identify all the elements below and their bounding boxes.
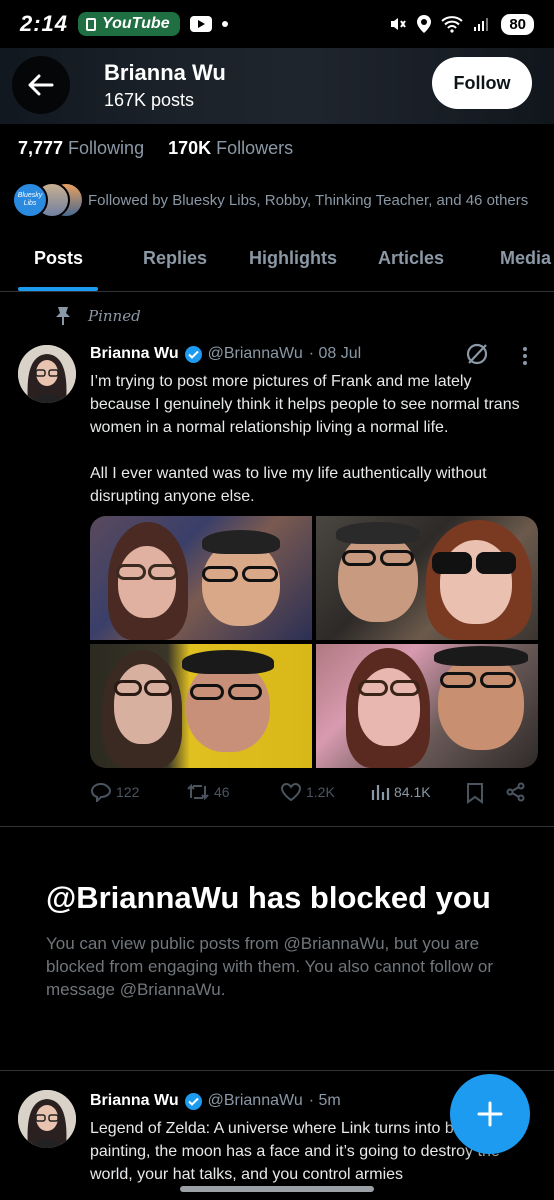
followers-count: 170K: [168, 138, 212, 158]
blocked-title: @BriannaWu has blocked you: [46, 880, 491, 915]
tab-replies[interactable]: Replies: [143, 248, 207, 269]
avatar-portrait-icon: [18, 1090, 76, 1148]
pin-icon: [56, 307, 70, 325]
location-icon: [417, 15, 432, 33]
heart-icon: [280, 782, 302, 802]
pinned-label-row: Pinned: [54, 306, 141, 326]
status-bar: 2:14 YouTube 80: [0, 0, 554, 48]
views-icon: [371, 785, 390, 800]
mute-icon: [391, 18, 407, 30]
followed-by-avatars: Bluesky Libs: [12, 182, 84, 218]
youtube-notification-pill: YouTube: [78, 12, 180, 36]
followers-label: Followers: [216, 138, 294, 158]
avatar[interactable]: [18, 1090, 76, 1148]
bookmark-button[interactable]: [466, 782, 484, 804]
profile-tabs: Posts Replies Highlights Articles Media: [0, 230, 554, 292]
tweet-photo[interactable]: [90, 516, 312, 640]
tweet-author[interactable]: Brianna Wu: [90, 345, 179, 363]
compose-button[interactable]: [450, 1074, 530, 1154]
divider: [0, 826, 554, 827]
views-button[interactable]: 84.1K: [370, 782, 431, 802]
avatar: Bluesky Libs: [12, 182, 48, 218]
tweet-header: Brianna Wu @BriannaWu · 5m: [90, 1092, 341, 1110]
tab-highlights[interactable]: Highlights: [249, 248, 337, 269]
back-button[interactable]: [12, 56, 70, 114]
divider: [0, 1070, 554, 1071]
like-button[interactable]: 1.2K: [280, 782, 335, 802]
plus-icon: [477, 1101, 503, 1127]
youtube-icon: [189, 16, 212, 32]
reply-icon: [90, 782, 112, 802]
notification-dot-icon: [221, 21, 228, 27]
profile-header: Brianna Wu 167K posts Follow: [0, 48, 554, 124]
repost-icon: [187, 783, 209, 801]
reply-button[interactable]: 122: [90, 782, 139, 802]
following-count: 7,777: [18, 138, 64, 158]
tab-media[interactable]: Media: [500, 248, 551, 269]
tab-articles[interactable]: Articles: [378, 248, 444, 269]
following-link[interactable]: 7,777 Following: [18, 138, 144, 159]
followed-by-text: Followed by Bluesky Libs, Robby, Thinkin…: [88, 191, 529, 209]
tweet-date: · 5m: [308, 1092, 341, 1109]
posts-count: 167K posts: [104, 90, 195, 110]
like-count: 1.2K: [306, 784, 335, 800]
followed-by-row[interactable]: Bluesky Libs Followed by Bluesky Libs, R…: [12, 182, 528, 218]
avatar-portrait-icon: [18, 345, 76, 403]
tweet-header: Brianna Wu @BriannaWu · 08 Jul: [90, 345, 361, 363]
bluesky-libs-avatar-label: Bluesky Libs: [17, 192, 43, 207]
battery-indicator: 80: [501, 13, 534, 35]
wifi-icon: [441, 16, 463, 33]
arrow-left-icon: [28, 74, 54, 96]
notification-app-label: YouTube: [102, 15, 170, 32]
repost-button[interactable]: 46: [186, 782, 230, 802]
following-label: Following: [68, 138, 145, 158]
tweet-date: · 08 Jul: [308, 345, 362, 362]
view-count: 84.1K: [394, 784, 431, 800]
status-time: 2:14: [20, 11, 69, 36]
tweet-photo[interactable]: [316, 516, 538, 640]
verified-badge-icon: [184, 1092, 202, 1110]
tweet-photo-grid: [90, 516, 538, 768]
tweet-text: I’m trying to post more pictures of Fran…: [90, 373, 520, 505]
tweet-photo[interactable]: [316, 644, 538, 768]
signal-icon: [474, 18, 489, 31]
blocked-message: You can view public posts from @BriannaW…: [46, 934, 493, 999]
more-options-icon[interactable]: [520, 345, 530, 367]
followers-link[interactable]: 170K Followers: [168, 138, 293, 159]
follow-stats: 7,777 Following 170K Followers: [18, 138, 293, 159]
reply-count: 122: [116, 784, 140, 800]
verified-badge-icon: [184, 345, 202, 363]
gesture-navigation-bar[interactable]: [180, 1186, 374, 1192]
tweet-photo[interactable]: [90, 644, 312, 768]
follow-button[interactable]: Follow: [432, 57, 532, 109]
grok-icon[interactable]: [465, 342, 489, 366]
share-button[interactable]: [506, 782, 526, 802]
tweet-handle[interactable]: @BriannaWu: [208, 345, 303, 363]
lock-icon: [86, 17, 97, 31]
tweet-actions: 122 46 1.2K 84.1K: [90, 782, 530, 808]
active-tab-indicator: [18, 287, 98, 291]
share-icon: [506, 782, 525, 802]
tweet-author[interactable]: Brianna Wu: [90, 1092, 179, 1110]
tab-posts[interactable]: Posts: [34, 248, 83, 269]
bookmark-icon: [467, 783, 483, 804]
pinned-label: Pinned: [88, 307, 141, 325]
tweet-handle[interactable]: @BriannaWu: [208, 1092, 303, 1110]
profile-name: Brianna Wu: [104, 60, 226, 85]
avatar[interactable]: [18, 345, 76, 403]
repost-count: 46: [214, 784, 230, 800]
